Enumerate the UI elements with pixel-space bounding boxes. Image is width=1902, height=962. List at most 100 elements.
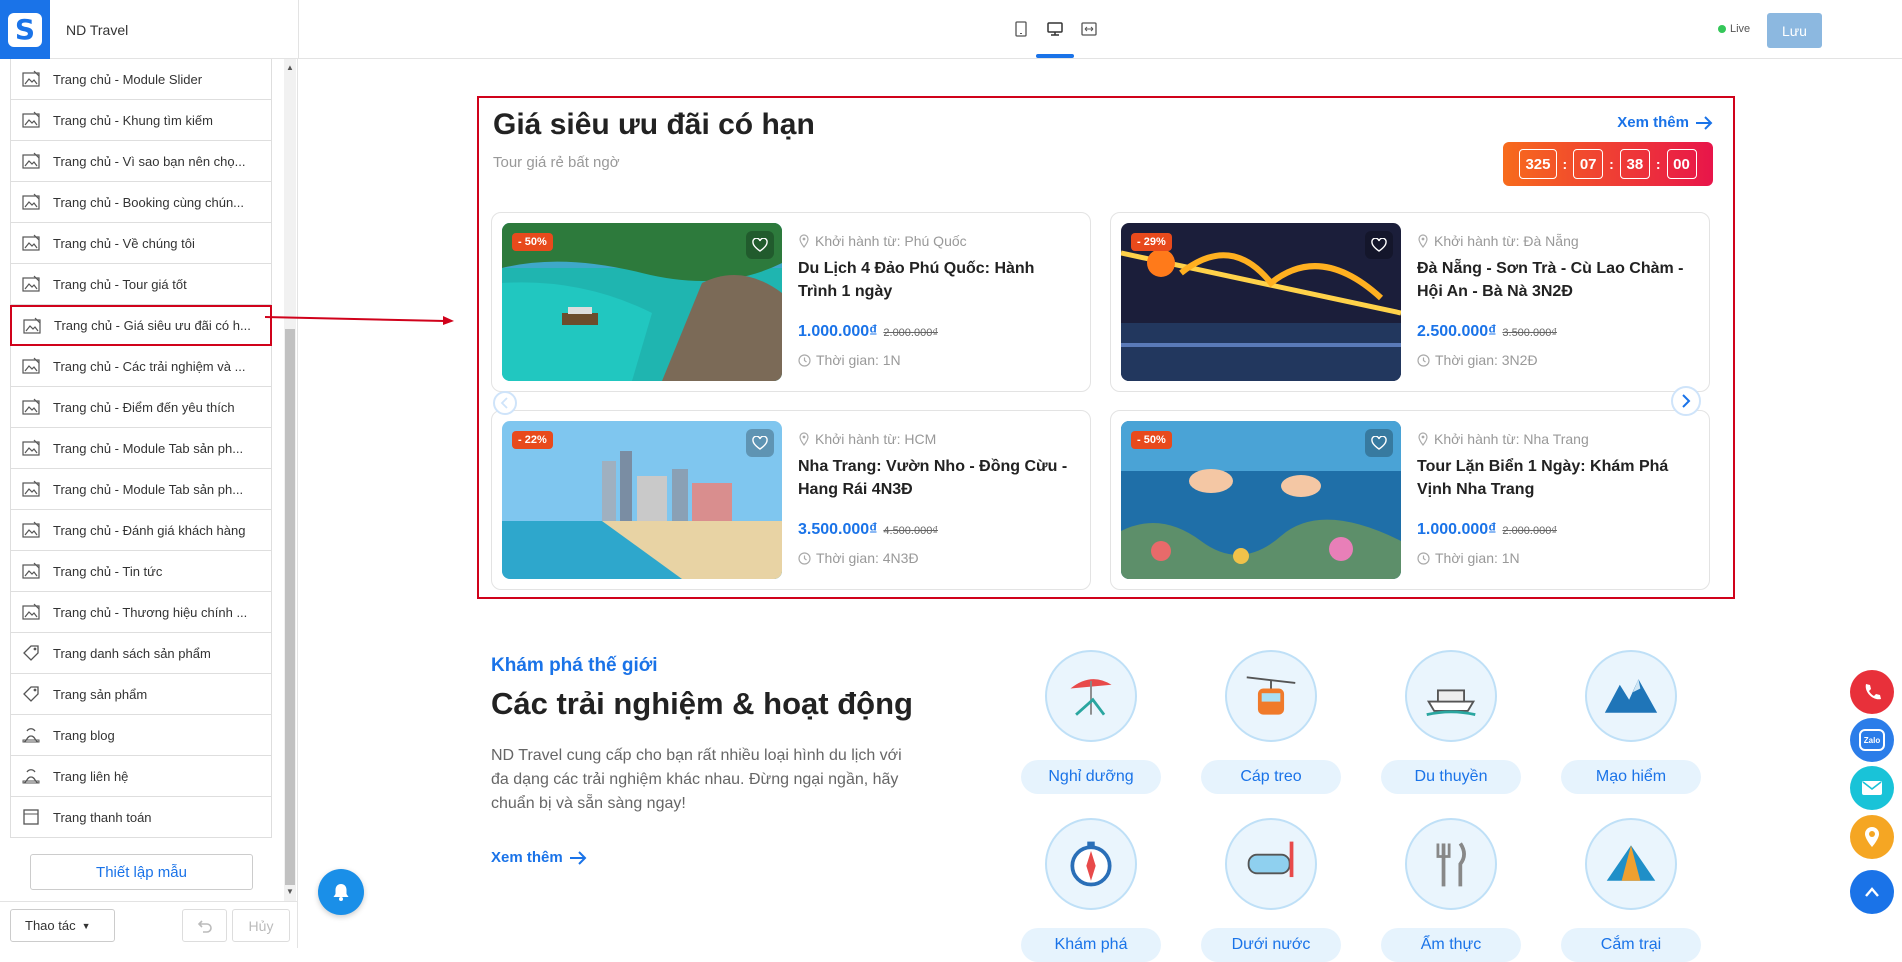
activity-label[interactable]: Dưới nước (1201, 928, 1341, 962)
tour-image[interactable]: - 29% (1121, 223, 1401, 381)
favorite-button[interactable] (746, 231, 774, 259)
sidebar-scrollbar[interactable]: ▲ ▼ (284, 59, 296, 901)
tour-card[interactable]: - 50% Khởi hành từ: Phú Quốc Du Lịch 4 Đảo… (491, 212, 1091, 392)
sidebar-item[interactable]: Trang chủ - Module Slider (10, 59, 272, 100)
section-image-icon (21, 397, 41, 417)
fullwidth-view-button[interactable] (1078, 18, 1100, 40)
section-title: Giá siêu ưu đãi có hạn (493, 108, 815, 141)
tour-name[interactable]: Tour Lặn Biển 1 Ngày: Khám Phá Vịnh Nha … (1417, 455, 1693, 501)
current-price: 2.500.000₫ (1417, 323, 1497, 340)
save-button[interactable]: Lưu (1767, 13, 1822, 48)
sidebar-item[interactable]: Trang chủ - Booking cùng chún... (10, 182, 272, 223)
diving-mask-icon[interactable] (1225, 818, 1317, 910)
sidebar-item-label: Trang chủ - Booking cùng chún... (53, 194, 245, 210)
sidebar-item-label: Trang sản phẩm (53, 686, 148, 702)
scroll-thumb[interactable] (285, 329, 295, 885)
activity-label[interactable]: Mạo hiểm (1561, 760, 1701, 794)
tour-image[interactable]: - 50% (502, 223, 782, 381)
mail-icon (1861, 779, 1883, 797)
current-price: 1.000.000₫ (798, 323, 878, 340)
mountain-icon[interactable] (1585, 650, 1677, 742)
section-image-icon (21, 602, 41, 622)
tour-name[interactable]: Nha Trang: Vườn Nho - Đồng Cừu - Hang Rá… (798, 455, 1074, 501)
duration-label: Thời gian: 3N2Đ (1435, 352, 1538, 368)
tour-name[interactable]: Đà Nẵng - Sơn Trà - Cù Lao Chàm - Hội An… (1417, 257, 1693, 303)
sidebar-item[interactable]: Trang danh sách sản phẩm (10, 633, 272, 674)
sidebar-item[interactable]: Trang chủ - Giá siêu ưu đãi có h... (10, 305, 272, 346)
location-button[interactable] (1850, 815, 1894, 859)
mail-button[interactable] (1850, 766, 1894, 810)
tour-card[interactable]: - 29% Khởi hành từ: Đà Nẵng Đà Nẵng - Sơn … (1110, 212, 1710, 392)
tour-image[interactable]: - 50% (1121, 421, 1401, 579)
blog-icon (21, 725, 41, 745)
setup-template-button[interactable]: Thiết lập mẫu (30, 854, 253, 890)
tour-name[interactable]: Du Lịch 4 Đảo Phú Quốc: Hành Trình 1 ngà… (798, 257, 1074, 303)
app-logo[interactable]: S (0, 0, 50, 59)
activity-label[interactable]: Cáp treo (1201, 760, 1341, 794)
next-slide-button[interactable] (1671, 386, 1701, 416)
sidebar-item[interactable]: Trang thanh toán (10, 797, 272, 838)
sidebar-item[interactable]: Trang chủ - Thương hiệu chính ... (10, 592, 272, 633)
countdown-sep: : (1655, 156, 1661, 172)
current-price: 3.500.000₫ (798, 521, 878, 538)
tour-image[interactable]: - 22% (502, 421, 782, 579)
sidebar-item[interactable]: Trang chủ - Về chúng tôi (10, 223, 272, 264)
undo-button[interactable] (182, 909, 227, 942)
mobile-view-button[interactable] (1010, 18, 1032, 40)
activity-label[interactable]: Du thuyền (1381, 760, 1521, 794)
sidebar-item[interactable]: Trang chủ - Vì sao bạn nên chọ... (10, 141, 272, 182)
cutlery-icon[interactable] (1405, 818, 1497, 910)
pin-icon (1418, 234, 1428, 248)
phone-button[interactable] (1850, 670, 1894, 714)
cruise-ship-icon[interactable] (1405, 650, 1497, 742)
clock-icon (798, 551, 811, 565)
sidebar-item[interactable]: Trang chủ - Điểm đến yêu thích (10, 387, 272, 428)
beach-chair-icon[interactable] (1045, 650, 1137, 742)
sidebar-item[interactable]: Trang chủ - Tin tức (10, 551, 272, 592)
clock-icon (1417, 551, 1430, 565)
sidebar-item[interactable]: Trang chủ - Các trải nghiệm và ... (10, 346, 272, 387)
sidebar-item-label: Trang chủ - Thương hiệu chính ... (53, 604, 248, 620)
tour-card[interactable]: - 50% Khởi hành từ: Nha Trang Tour Lặn Biể… (1110, 410, 1710, 590)
checkout-icon (21, 807, 41, 827)
sidebar-item[interactable]: Trang chủ - Module Tab sản ph... (10, 469, 272, 510)
sidebar-item[interactable]: Trang chủ - Module Tab sản ph... (10, 428, 272, 469)
cancel-button[interactable]: Hủy (232, 909, 290, 942)
chat-widget-button[interactable] (318, 869, 364, 915)
favorite-button[interactable] (1365, 429, 1393, 457)
activity-label[interactable]: Khám phá (1021, 928, 1161, 962)
scroll-down-icon[interactable]: ▼ (286, 887, 294, 896)
desktop-view-button[interactable] (1036, 18, 1074, 58)
zalo-button[interactable]: Zalo (1850, 718, 1894, 762)
sidebar: Trang chủ - Module Slider Trang chủ - Khu… (0, 59, 298, 948)
prev-slide-button[interactable] (493, 391, 517, 415)
favorite-button[interactable] (746, 429, 774, 457)
tent-icon[interactable] (1585, 818, 1677, 910)
experiences-see-more-link[interactable]: Xem thêm (491, 849, 587, 866)
scroll-up-icon[interactable]: ▲ (286, 63, 294, 72)
flash-deal-section: Giá siêu ưu đãi có hạn Tour giá rẻ bất n… (477, 96, 1735, 599)
mobile-icon (1015, 21, 1027, 37)
action-dropdown[interactable]: Thao tác ▼ (10, 909, 115, 942)
see-more-label: Xem thêm (1617, 114, 1689, 131)
compass-icon[interactable] (1045, 818, 1137, 910)
scroll-top-button[interactable] (1850, 870, 1894, 914)
sidebar-item[interactable]: Trang liên hệ (10, 756, 272, 797)
favorite-button[interactable] (1365, 231, 1393, 259)
caret-down-icon: ▼ (81, 920, 91, 931)
activity-label[interactable]: Ẩm thực (1381, 928, 1521, 962)
sidebar-item[interactable]: Trang chủ - Tour giá tốt (10, 264, 272, 305)
sidebar-item[interactable]: Trang chủ - Khung tìm kiếm (10, 100, 272, 141)
tour-card[interactable]: - 22% Khởi hành từ: HCM Nha Trang: Vườn Nh… (491, 410, 1091, 590)
sidebar-item[interactable]: Trang sản phẩm (10, 674, 272, 715)
sidebar-item-label: Trang thanh toán (53, 809, 152, 825)
activity-label[interactable]: Cắm trại (1561, 928, 1701, 962)
see-more-link[interactable]: Xem thêm (1617, 114, 1713, 131)
activity-label[interactable]: Nghỉ dưỡng (1021, 760, 1161, 794)
sidebar-item[interactable]: Trang blog (10, 715, 272, 756)
fullwidth-icon (1081, 22, 1097, 36)
live-status: Live (1718, 23, 1750, 35)
undo-icon (197, 919, 212, 933)
sidebar-item[interactable]: Trang chủ - Đánh giá khách hàng (10, 510, 272, 551)
cable-car-icon[interactable] (1225, 650, 1317, 742)
